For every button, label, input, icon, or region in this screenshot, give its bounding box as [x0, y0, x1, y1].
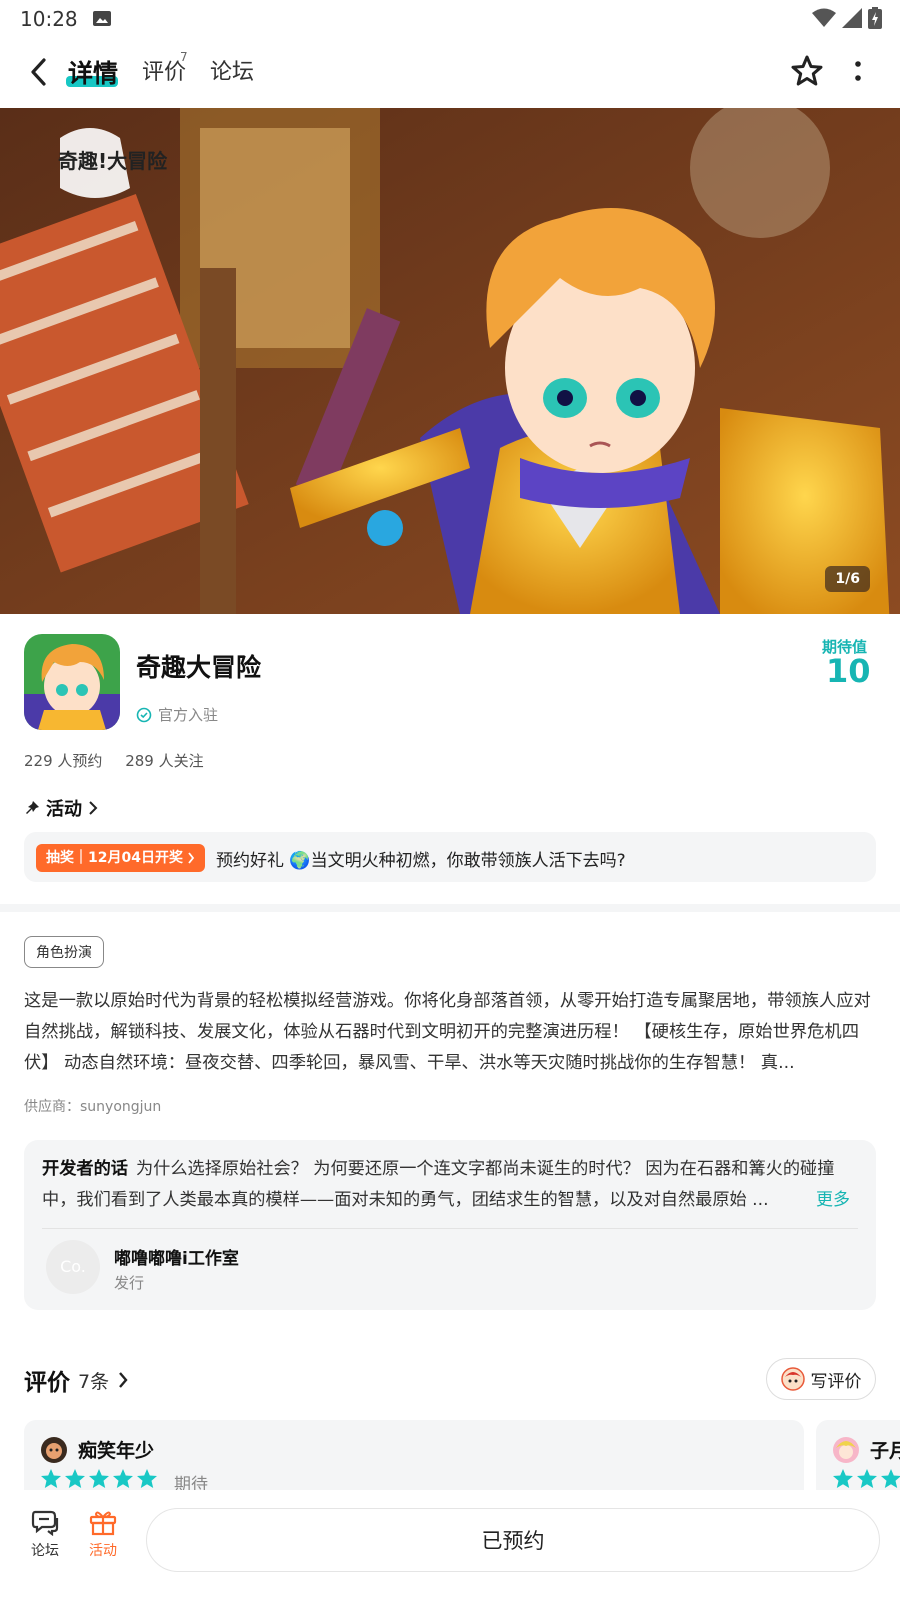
developer-name[interactable]: 嘟噜嘟噜i工作室: [114, 1244, 239, 1269]
developer-role: 发行: [114, 1274, 145, 1292]
gift-icon: [89, 1511, 117, 1536]
official-label: 官方入驻: [158, 706, 219, 724]
developer-note: 开发者的话 为什么选择原始社会？ 为何要还原一个连文字都尚未诞生的时代？ 因为在石…: [42, 1154, 852, 1216]
developer-more-link[interactable]: 更多: [812, 1185, 850, 1210]
star-icon: [65, 1469, 85, 1488]
reviewer-avatar-icon: [780, 1367, 805, 1391]
genre-tag[interactable]: 角色扮演: [24, 936, 104, 968]
app-title: 奇趣大冒险: [136, 653, 262, 682]
game-description[interactable]: 这是一款以原始时代为背景的轻松模拟经营游戏。你将化身部落首领，从零开始打造专属聚…: [24, 986, 876, 1079]
follower-count: 289 人关注: [125, 752, 204, 770]
app-stats: 229 人预约 289 人关注: [24, 750, 222, 771]
tab-forum[interactable]: 论坛: [210, 54, 254, 86]
back-icon[interactable]: [26, 56, 52, 88]
top-nav: 详情 评价 7 论坛: [0, 36, 900, 108]
battery-icon: [868, 7, 882, 29]
bottom-activity-button[interactable]: 活动: [78, 1508, 128, 1560]
reviews-count: 7条: [78, 1370, 110, 1393]
reviewer-avatar: [833, 1437, 859, 1463]
activity-text: 预约好礼 🌍当文明火种初燃，你敢带领族人活下去吗?: [216, 851, 626, 871]
image-icon: [93, 11, 111, 26]
signal-icon: [842, 8, 862, 28]
star-icon: [41, 1469, 61, 1488]
review-rating: [40, 1468, 158, 1490]
developer-card[interactable]: 开发者的话 为什么选择原始社会？ 为何要还原一个连文字都尚未诞生的时代？ 因为在石…: [24, 1140, 876, 1310]
developer-separator: [42, 1228, 858, 1229]
reviewer-name: 子月: [870, 1440, 900, 1462]
banner-logo: 奇趣!大冒险: [58, 149, 168, 173]
developer-note-text: 为什么选择原始社会？ 为何要还原一个连文字都尚未诞生的时代？ 因为在石器和篝火的…: [42, 1159, 835, 1210]
activity-header-label: 活动: [46, 799, 82, 820]
star-icon: [113, 1469, 133, 1488]
pin-icon: [26, 801, 39, 814]
section-divider: [0, 904, 900, 912]
supplier: 供应商：sunyongjun: [24, 1099, 162, 1115]
reviews-title: 评价: [24, 1370, 70, 1396]
reservation-count: 229 人预约: [24, 752, 103, 770]
app-icon: [24, 634, 120, 730]
wifi-icon: [812, 8, 836, 27]
star-icon: [881, 1469, 900, 1488]
bottom-forum-label: 论坛: [31, 1543, 59, 1559]
lottery-tag-label: 抽奖｜12月04日开奖: [46, 850, 183, 866]
star-icon: [833, 1469, 853, 1488]
verified-icon: [136, 707, 152, 722]
tab-detail[interactable]: 详情: [68, 54, 118, 90]
developer-note-label: 开发者的话: [42, 1159, 128, 1179]
reviews-header[interactable]: 评价 7条: [24, 1363, 129, 1397]
lottery-tag: 抽奖｜12月04日开奖: [36, 844, 205, 872]
forum-icon: [31, 1510, 59, 1536]
reviewer-avatar: [41, 1437, 67, 1463]
bottom-forum-button[interactable]: 论坛: [20, 1508, 70, 1560]
tab-review-badge: 7: [180, 50, 188, 64]
developer-avatar[interactable]: Co.: [46, 1240, 100, 1294]
status-time: 10:28: [20, 7, 78, 31]
reserved-button[interactable]: 已预约: [146, 1508, 880, 1572]
carousel-counter: 1/6: [825, 566, 870, 592]
write-review-button[interactable]: 写评价: [766, 1358, 876, 1400]
status-bar: 10:28: [0, 0, 900, 36]
activity-card[interactable]: 抽奖｜12月04日开奖 预约好礼 🌍当文明火种初燃，你敢带领族人活下去吗?: [24, 832, 876, 882]
more-icon[interactable]: [848, 58, 868, 86]
chevron-right-icon: [188, 852, 195, 864]
chevron-right-icon: [119, 1372, 128, 1388]
official-badge: 官方入驻: [136, 704, 218, 725]
expect-value: 10: [826, 652, 871, 690]
screenshot-carousel[interactable]: 奇趣!大冒险 1/6: [0, 108, 900, 614]
bottom-activity-label: 活动: [89, 1543, 117, 1559]
activity-header[interactable]: 活动: [24, 795, 98, 821]
review-rating: [832, 1468, 900, 1490]
star-icon: [89, 1469, 109, 1488]
favorite-star-icon[interactable]: [790, 54, 824, 88]
bottom-bar: 论坛 活动 已预约: [0, 1490, 900, 1600]
reviewer-name: 痴笑年少: [78, 1440, 155, 1462]
star-icon: [857, 1469, 877, 1488]
banner-artwork: 奇趣!大冒险: [0, 108, 900, 614]
star-icon: [137, 1469, 157, 1488]
chevron-right-icon: [89, 801, 98, 815]
write-review-label: 写评价: [810, 1371, 862, 1392]
